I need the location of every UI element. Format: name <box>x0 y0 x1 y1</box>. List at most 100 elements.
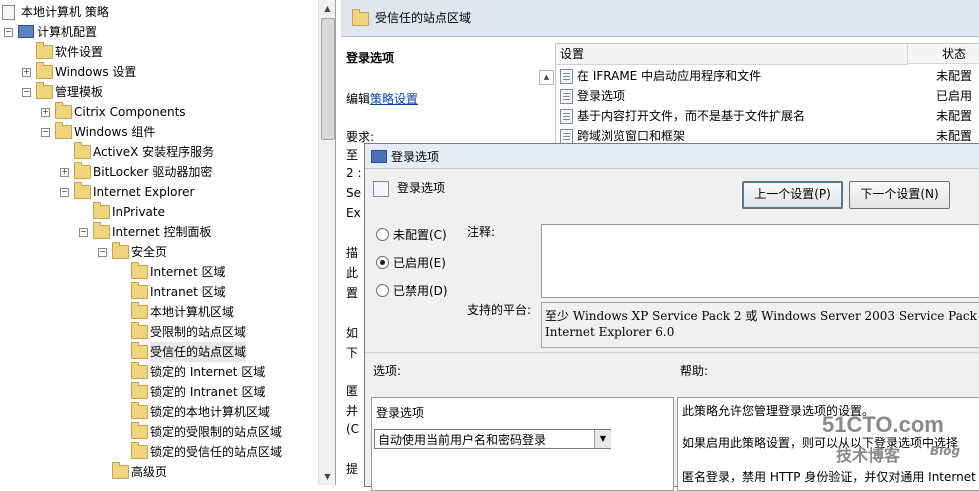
tree-item[interactable]: 本地计算机 策略 <box>0 2 318 22</box>
tree-item[interactable]: Internet 区域 <box>0 262 318 282</box>
chevron-down-icon[interactable]: ▼ <box>594 430 611 448</box>
description-fragment: 至 <box>346 148 359 162</box>
tree-item[interactable]: ActiveX 安装程序服务 <box>0 142 318 162</box>
platform-text-line1: 至少 Windows XP Service Pack 2 或 Windows S… <box>545 309 979 323</box>
platform-label: 支持的平台: <box>467 303 532 317</box>
policy-window-icon <box>371 150 387 163</box>
tree-scrollbar[interactable]: ▲ ▼ <box>318 0 335 485</box>
tree-item[interactable]: − Windows 组件 <box>0 122 318 142</box>
description-fragment: (C <box>346 422 360 436</box>
scroll-thumb[interactable] <box>321 18 335 140</box>
radio-button[interactable] <box>376 256 389 269</box>
description-fragment: 匿 <box>346 384 359 398</box>
description-fragment: 此 <box>346 266 359 280</box>
column-header-setting[interactable]: 设置 <box>556 44 908 65</box>
description-fragment: Ex <box>346 206 361 220</box>
collapse-icon[interactable]: − <box>22 88 31 97</box>
watermark-logo: 51CTO.com <box>822 412 944 437</box>
tree-item[interactable]: 锁定的受信任的站点区域 <box>0 442 318 462</box>
tree-item-label: Windows 组件 <box>74 125 156 139</box>
tree-item-label: Citrix Components <box>74 105 186 119</box>
tree-item-label: ActiveX 安装程序服务 <box>93 145 215 159</box>
tree-item-label: 本地计算机区域 <box>150 305 235 319</box>
watermark-blog: Blog <box>930 444 961 458</box>
tree-item-label: 高级页 <box>131 465 168 479</box>
folder-icon <box>112 462 129 479</box>
tree-item[interactable]: + Citrix Components <box>0 102 318 122</box>
radio-button[interactable] <box>376 228 389 241</box>
tree-item[interactable]: − Internet 控制面板 <box>0 222 318 242</box>
tree-item[interactable]: 高级页 <box>0 462 318 482</box>
tree-item[interactable]: 锁定的 Internet 区域 <box>0 362 318 382</box>
logon-option-select[interactable]: 自动使用当前用户名和密码登录 ▼ <box>374 429 611 449</box>
tree-item-label: Intranet 区域 <box>150 285 226 299</box>
setting-icon <box>373 181 389 197</box>
selected-setting-name: 登录选项 <box>346 51 395 65</box>
folder-icon <box>131 382 148 399</box>
tree-item-label: 计算机配置 <box>37 25 98 39</box>
setting-name: 在 IFRAME 中启动应用程序和文件 <box>577 69 762 83</box>
setting-name: 登录选项 <box>577 89 626 103</box>
table-row[interactable]: 登录选项 已启用 <box>556 86 979 106</box>
settings-table[interactable]: 设置 状态 在 IFRAME 中启动应用程序和文件 未配置 登录选项 已启用 基于内容打… <box>555 43 979 148</box>
folder-icon <box>131 282 148 299</box>
edit-prefix: 编辑 <box>346 92 371 106</box>
comment-field[interactable] <box>541 224 979 298</box>
description-fragment: 描 <box>346 246 359 260</box>
setting-icon <box>560 129 573 144</box>
tree-item[interactable]: 锁定的 Intranet 区域 <box>0 382 318 402</box>
collapse-icon[interactable]: − <box>60 188 69 197</box>
tree-item-label: 本地计算机 策略 <box>21 5 109 19</box>
folder-icon <box>55 122 72 139</box>
next-setting-button[interactable]: 下一个设置(N) <box>849 181 950 209</box>
description-fragment: Se <box>346 186 361 200</box>
setting-icon <box>560 89 573 104</box>
column-header-state[interactable]: 状态 <box>908 44 979 64</box>
scroll-down-icon[interactable]: ▼ <box>319 468 335 485</box>
tree-item-label: 安全页 <box>131 245 168 259</box>
tree-item[interactable]: − Internet Explorer <box>0 182 318 202</box>
tree-item[interactable]: − 计算机配置 <box>0 22 318 42</box>
tree-item[interactable]: Intranet 区域 <box>0 282 318 302</box>
table-row[interactable]: 基于内容打开文件，而不是基于文件扩展名 未配置 <box>556 106 979 126</box>
collapse-icon[interactable]: − <box>98 248 107 257</box>
tree-item[interactable]: 本地计算机区域 <box>0 302 318 322</box>
tree-item[interactable]: − 安全页 <box>0 242 318 262</box>
tree-item[interactable]: + BitLocker 驱动器加密 <box>0 162 318 182</box>
tree-item[interactable]: 软件设置 <box>0 42 318 62</box>
tree-item[interactable]: 锁定的本地计算机区域 <box>0 402 318 422</box>
radio-label[interactable]: 已禁用(D) <box>393 282 448 299</box>
details-title: 受信任的站点区域 <box>375 11 472 25</box>
radio-label[interactable]: 已启用(E) <box>393 254 446 271</box>
expand-icon[interactable]: + <box>41 108 50 117</box>
edit-policy-link[interactable]: 策略设置 <box>370 92 418 106</box>
setting-state: 未配置 <box>936 109 973 123</box>
tree-item[interactable]: + Windows 设置 <box>0 62 318 82</box>
divider <box>365 352 979 353</box>
previous-setting-button[interactable]: 上一个设置(P) <box>742 181 843 209</box>
tree-item-label: BitLocker 驱动器加密 <box>93 165 213 179</box>
policy-tree[interactable]: 本地计算机 策略 − 计算机配置 软件设置 + Windows 设置 − 管理模板 + Citri… <box>0 0 336 485</box>
folder-icon <box>131 342 148 359</box>
table-row[interactable]: 在 IFRAME 中启动应用程序和文件 未配置 <box>556 66 979 86</box>
scroll-up-icon[interactable]: ▲ <box>319 0 335 17</box>
tree-item-label: Internet 控制面板 <box>112 225 212 239</box>
tree-item[interactable]: 受限制的站点区域 <box>0 322 318 342</box>
radio-button[interactable] <box>376 284 389 297</box>
supported-platform-box: 至少 Windows XP Service Pack 2 或 Windows S… <box>541 302 979 348</box>
radio-label[interactable]: 未配置(C) <box>393 226 447 243</box>
tree-item[interactable]: InPrivate <box>0 202 318 222</box>
tree-item[interactable]: − 管理模板 <box>0 82 318 102</box>
tree-item-label: 锁定的受信任的站点区域 <box>150 445 283 459</box>
collapse-icon[interactable]: − <box>41 128 50 137</box>
help-text-line: 匿名登录，禁用 HTTP 身份验证，并仅对通用 Internet 文 <box>682 470 979 484</box>
collapse-icon[interactable]: − <box>79 228 88 237</box>
tree-item[interactable]: 受信任的站点区域 <box>0 342 318 362</box>
collapse-icon[interactable]: − <box>4 28 13 37</box>
expand-icon[interactable]: + <box>22 68 31 77</box>
tree-item[interactable]: 锁定的受限制的站点区域 <box>0 422 318 442</box>
logon-option-label: 登录选项 <box>376 406 425 420</box>
tree-item-label: 锁定的受限制的站点区域 <box>150 425 283 439</box>
expand-icon[interactable]: + <box>60 168 69 177</box>
table-scroll-up-icon[interactable]: ▲ <box>539 70 554 85</box>
